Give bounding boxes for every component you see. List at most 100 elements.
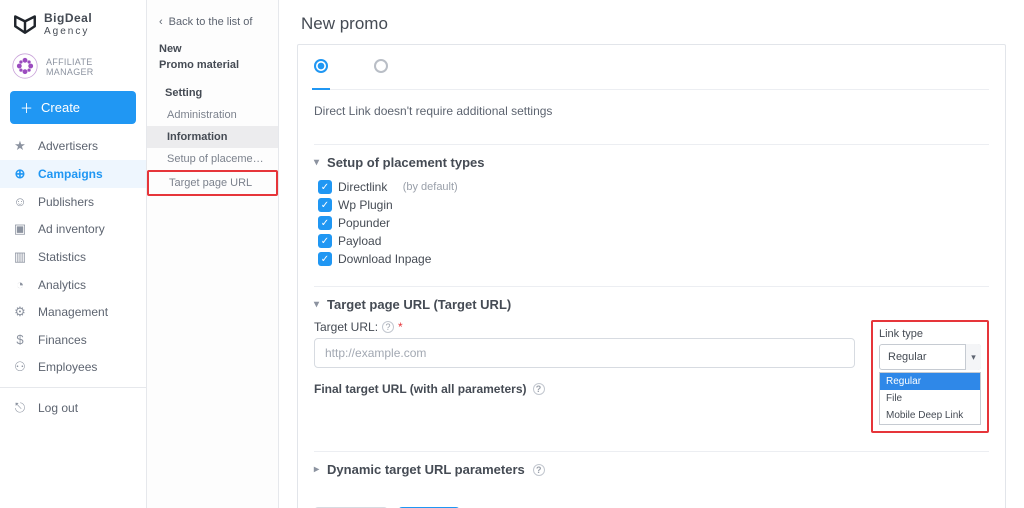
radio-icon	[374, 59, 388, 73]
nav-finances[interactable]: $Finances	[0, 326, 146, 353]
check-payload[interactable]: ✓ Payload	[318, 232, 989, 250]
chevron-right-icon: ▸	[314, 464, 319, 475]
nav-advertisers[interactable]: ★ Advertisers	[0, 132, 146, 160]
option-mobile-deep-link[interactable]: Mobile Deep Link	[880, 407, 980, 424]
checkbox-icon: ✓	[318, 234, 332, 248]
checkbox-icon: ✓	[318, 198, 332, 212]
section-title: Dynamic target URL parameters	[327, 462, 525, 477]
nav-label: Advertisers	[38, 139, 98, 153]
checkbox-icon: ✓	[318, 252, 332, 266]
nav-statistics[interactable]: ▥ Statistics	[0, 243, 146, 271]
link-type-select[interactable]: Regular ▾	[879, 344, 981, 370]
nav-label: Finances	[38, 333, 87, 347]
target-url-label: Target URL: ? *	[314, 320, 855, 334]
subnav-setting[interactable]: Setting	[147, 82, 278, 104]
tab-directlink[interactable]	[314, 59, 328, 79]
brand-line2: Agency	[44, 25, 92, 38]
person-icon: ☺	[12, 194, 28, 209]
nav-label: Statistics	[38, 250, 86, 264]
avatar	[12, 53, 38, 81]
nav-label: Employees	[38, 360, 97, 374]
chevron-down-icon: ▾	[314, 157, 319, 168]
checkbox-icon: ✓	[318, 180, 332, 194]
nav-management[interactable]: ⚙ Management	[0, 298, 146, 326]
link-type-panel: Link type Regular ▾ Regular File Mobile …	[871, 320, 989, 433]
nav-label: Ad inventory	[38, 222, 105, 236]
label-text: Final target URL (with all parameters)	[314, 382, 527, 396]
nav-label: Log out	[38, 401, 78, 415]
gear-icon: ⚙	[12, 304, 28, 320]
back-label: Back to the list of	[169, 16, 253, 28]
option-regular[interactable]: Regular	[880, 373, 980, 390]
link-type-dropdown: Regular File Mobile Deep Link	[879, 372, 981, 425]
section-title: Target page URL (Target URL)	[327, 297, 511, 312]
people-icon: ⚇	[12, 359, 28, 375]
chart-icon: ◔	[12, 277, 28, 292]
tabs	[314, 59, 989, 90]
main: New promo Direct Link doesn't require ad…	[279, 0, 1024, 508]
check-directlink[interactable]: ✓ Directlink (by default)	[318, 178, 989, 196]
placement-types: ✓ Directlink (by default) ✓ Wp Plugin ✓ Pop…	[318, 178, 989, 268]
plus-icon: ＋	[20, 98, 33, 117]
star-icon: ★	[12, 138, 28, 154]
nav-campaigns[interactable]: ⊕ Campaigns	[0, 160, 146, 188]
create-label: Create	[41, 100, 80, 115]
check-note: (by default)	[403, 181, 458, 193]
nav-ad-inventory[interactable]: ▣ Ad inventory	[0, 215, 146, 243]
option-file[interactable]: File	[880, 390, 980, 407]
bars-icon: ▥	[12, 249, 28, 265]
user-role: AFFILIATE MANAGER	[46, 57, 136, 77]
check-label: Popunder	[338, 216, 390, 230]
check-popunder[interactable]: ✓ Popunder	[318, 214, 989, 232]
globe-icon: ⊕	[12, 166, 28, 182]
brand-text: BigDeal Agency	[44, 12, 92, 38]
brand-logo-icon	[12, 10, 38, 39]
nav-logout[interactable]: ⎋ Log out	[0, 394, 146, 422]
nav-analytics[interactable]: ◔ Analytics	[0, 271, 146, 298]
check-label: Wp Plugin	[338, 198, 393, 212]
tab-other[interactable]	[374, 59, 388, 79]
chevron-left-icon: ‹	[159, 16, 163, 28]
radio-icon	[314, 59, 328, 73]
check-label: Payload	[338, 234, 381, 248]
nav-label: Management	[38, 305, 108, 319]
subnav-group-line2: Promo material	[147, 58, 278, 74]
link-type-label: Link type	[879, 328, 981, 340]
section-target-url[interactable]: ▾ Target page URL (Target URL)	[314, 297, 989, 312]
nav-employees[interactable]: ⚇ Employees	[0, 353, 146, 381]
check-label: Download Inpage	[338, 252, 431, 266]
form-card: Direct Link doesn't require additional s…	[297, 44, 1006, 508]
nav-publishers[interactable]: ☺ Publishers	[0, 188, 146, 215]
nav-label: Publishers	[38, 195, 94, 209]
subnav-group-line1: New	[147, 42, 278, 58]
subnav-setup-placement[interactable]: Setup of placement t...	[147, 148, 278, 170]
help-icon[interactable]: ?	[533, 464, 545, 476]
subnav-information[interactable]: Information	[147, 126, 278, 148]
user-row: AFFILIATE MANAGER	[0, 45, 146, 91]
section-title: Setup of placement types	[327, 155, 484, 170]
checkbox-icon: ✓	[318, 216, 332, 230]
check-download-inpage[interactable]: ✓ Download Inpage	[318, 250, 989, 268]
secondary-nav: ‹ Back to the list of New Promo material…	[147, 0, 279, 508]
page-title: New promo	[301, 14, 1006, 34]
help-icon[interactable]: ?	[382, 321, 394, 333]
nav-label: Analytics	[38, 278, 86, 292]
logout-icon: ⎋	[12, 400, 28, 416]
check-wp-plugin[interactable]: ✓ Wp Plugin	[318, 196, 989, 214]
check-label: Directlink	[338, 180, 387, 194]
label-text: Target URL:	[314, 320, 378, 334]
section-dynamic-params[interactable]: ▸ Dynamic target URL parameters ?	[314, 462, 989, 477]
final-target-url-label: Final target URL (with all parameters) ?	[314, 382, 855, 396]
back-link[interactable]: ‹ Back to the list of	[147, 16, 278, 42]
nav-label: Campaigns	[38, 167, 103, 181]
helper-text: Direct Link doesn't require additional s…	[314, 104, 989, 118]
box-icon: ▣	[12, 221, 28, 237]
target-url-input[interactable]	[314, 338, 855, 368]
chevron-down-icon: ▾	[965, 344, 981, 370]
section-placement-types[interactable]: ▾ Setup of placement types	[314, 155, 989, 170]
subnav-administration[interactable]: Administration	[147, 104, 278, 126]
create-button[interactable]: ＋ Create	[10, 91, 136, 124]
required-asterisk: *	[398, 320, 403, 334]
subnav-target-url[interactable]: Target page URL	[147, 170, 278, 196]
help-icon[interactable]: ?	[533, 383, 545, 395]
